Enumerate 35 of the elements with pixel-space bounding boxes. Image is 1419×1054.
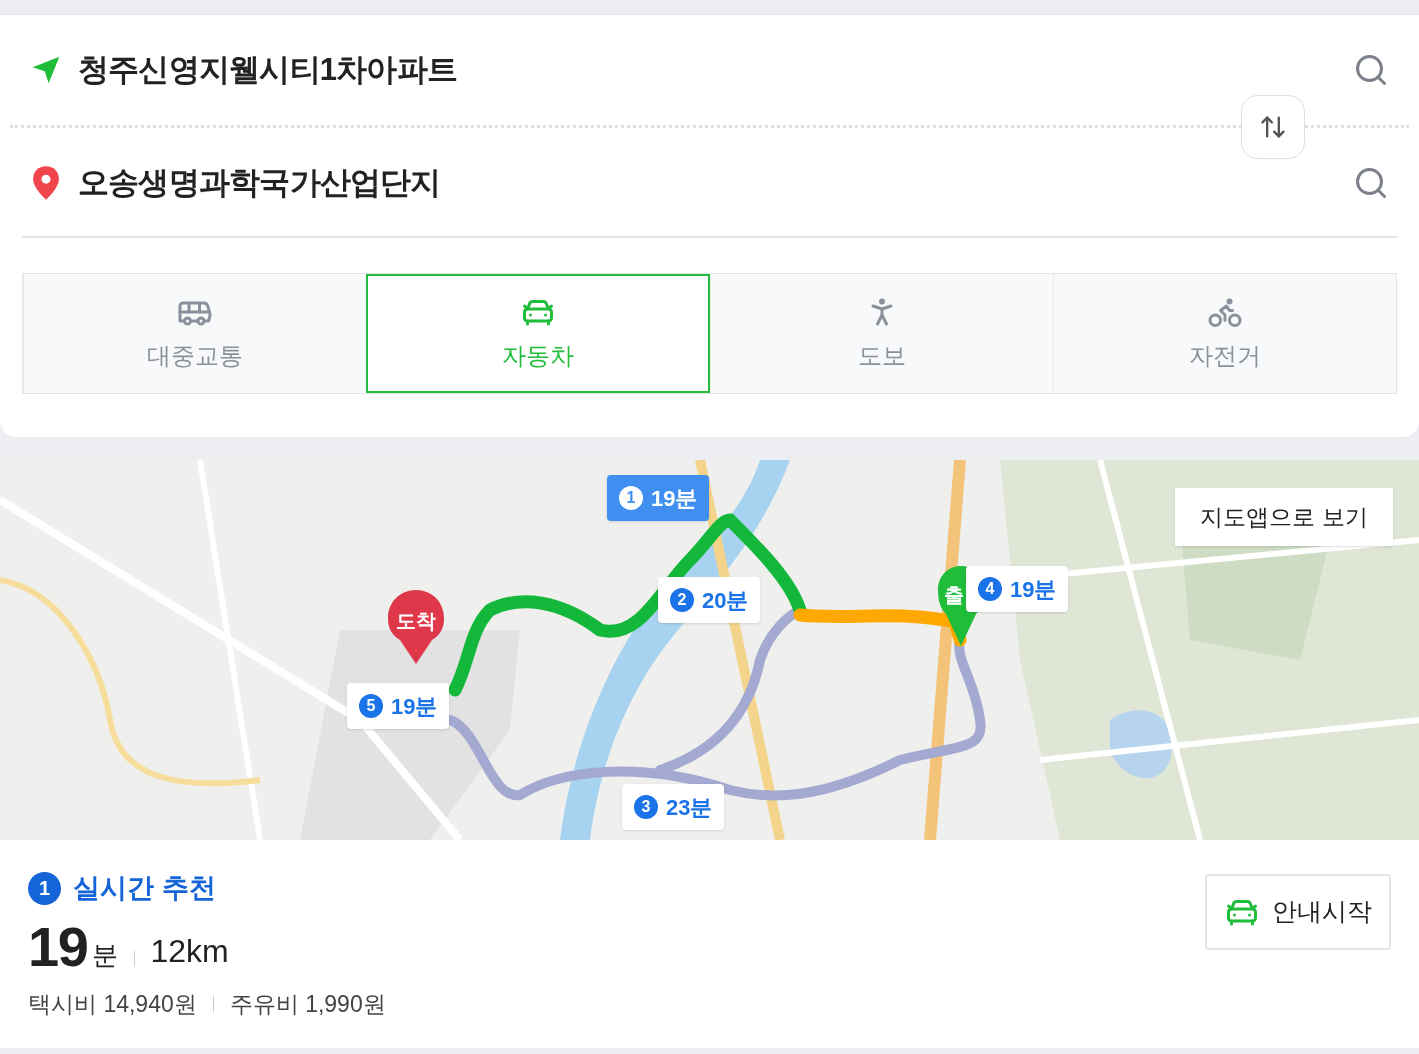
travel-distance: 12km bbox=[150, 931, 229, 971]
location-pin-icon bbox=[30, 165, 62, 201]
route-number: 3 bbox=[634, 795, 658, 819]
route-time: 23분 bbox=[666, 793, 713, 822]
start-navigation-button[interactable]: 안내시작 bbox=[1205, 874, 1391, 950]
travel-minutes: 19 bbox=[28, 918, 88, 975]
route-number-badge: 1 bbox=[28, 871, 61, 905]
search-icon[interactable] bbox=[1353, 165, 1389, 201]
route-time-label[interactable]: 3 23분 bbox=[622, 784, 725, 830]
route-time: 19분 bbox=[651, 484, 698, 513]
minutes-unit: 분 bbox=[91, 938, 118, 972]
route-time: 19분 bbox=[1010, 575, 1057, 604]
location-arrow-icon bbox=[30, 54, 62, 86]
route-time-label[interactable]: 2 20분 bbox=[658, 577, 761, 623]
swap-button[interactable] bbox=[1241, 95, 1305, 159]
route-number: 1 bbox=[619, 486, 643, 510]
route-number: 5 bbox=[359, 694, 383, 718]
route-time: 20분 bbox=[702, 586, 749, 615]
transport-mode-tab[interactable]: 자동차 bbox=[366, 274, 710, 393]
taxi-fare: 택시비 14,940원 bbox=[28, 989, 197, 1019]
search-icon[interactable] bbox=[1353, 52, 1389, 88]
open-map-app-button[interactable]: 지도앱으로 보기 bbox=[1175, 488, 1393, 546]
origin-field[interactable]: 청주신영지웰시티1차아파트 bbox=[78, 46, 1337, 94]
transport-mode-tab[interactable]: 도보 bbox=[709, 274, 1053, 393]
transport-mode-tab[interactable]: 자전거 bbox=[1052, 274, 1396, 393]
arrival-pin: 도착 bbox=[388, 590, 444, 664]
route-time-label[interactable]: 4 19분 bbox=[966, 566, 1069, 612]
destination-field[interactable]: 오송생명과학국가산업단지 bbox=[78, 159, 1337, 207]
route-time: 19분 bbox=[391, 692, 438, 721]
route-time-label[interactable]: 1 19분 bbox=[607, 475, 710, 521]
route-time-label[interactable]: 5 19분 bbox=[347, 683, 450, 729]
route-title: 실시간 추천 bbox=[73, 872, 216, 905]
fuel-cost: 주유비 1,990원 bbox=[229, 989, 386, 1019]
route-number: 4 bbox=[978, 577, 1002, 601]
route-number: 2 bbox=[670, 588, 694, 612]
